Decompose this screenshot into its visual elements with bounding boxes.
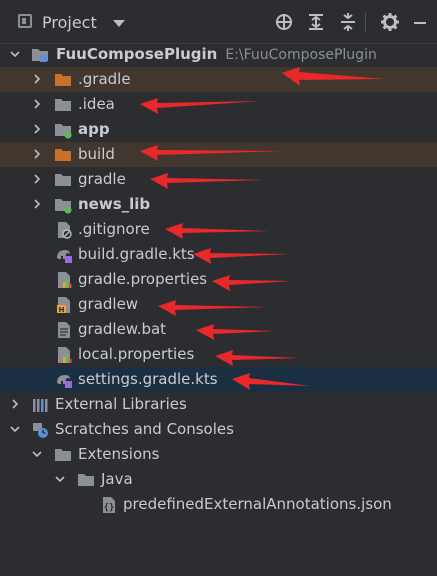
tree-item-java[interactable]: Java xyxy=(0,467,437,492)
minimize-icon[interactable] xyxy=(410,12,430,32)
chevron-right-icon[interactable] xyxy=(10,399,20,409)
chevron-right-icon[interactable] xyxy=(32,199,42,209)
tree-item-gitignore[interactable]: .gitignore xyxy=(0,217,437,242)
tree-item-label: External Libraries xyxy=(55,395,187,413)
chevron-right-icon[interactable] xyxy=(32,74,42,84)
tree-item-label: gradlew xyxy=(78,295,139,313)
tree-item-gradlew[interactable]: H gradlew xyxy=(0,292,437,317)
folder-icon xyxy=(55,449,71,461)
shell-script-icon: H xyxy=(57,297,70,314)
library-icon xyxy=(33,399,48,412)
tree-item-gradle-properties[interactable]: gradle.properties xyxy=(0,267,437,292)
text-file-icon xyxy=(58,322,70,338)
tree-item-build[interactable]: build xyxy=(0,142,437,167)
toolbar-separator xyxy=(365,12,366,32)
chevron-down-icon[interactable] xyxy=(10,49,20,59)
folder-icon xyxy=(55,174,71,186)
expand-all-icon[interactable] xyxy=(306,12,326,32)
tree-item-build-gradle-kts[interactable]: build.gradle.kts xyxy=(0,242,437,267)
tree-item-external-libraries[interactable]: External Libraries xyxy=(0,392,437,417)
project-toolbar: Project xyxy=(0,0,437,44)
tree-item-label: .gradle xyxy=(78,70,131,88)
chevron-down-icon[interactable] xyxy=(113,20,125,27)
chevron-down-icon[interactable] xyxy=(32,449,42,459)
module-folder-icon xyxy=(55,199,72,214)
tree-item-app[interactable]: app xyxy=(0,117,437,142)
tree-item-gradlew-bat[interactable]: gradlew.bat xyxy=(0,317,437,342)
collapse-all-icon[interactable] xyxy=(338,12,358,32)
tree-item-label: gradle.properties xyxy=(78,270,208,288)
tree-item-label: build xyxy=(78,145,115,163)
tree-item-label: build.gradle.kts xyxy=(78,245,195,263)
tree-item-news-lib[interactable]: news_lib xyxy=(0,192,437,217)
tree-item-label: Scratches and Consoles xyxy=(55,420,234,438)
project-root-path: E:\FuuComposePlugin xyxy=(225,47,377,63)
gradle-kts-file-icon xyxy=(57,250,72,263)
tree-item-gradle-cache[interactable]: .gradle xyxy=(0,67,437,92)
module-folder-icon xyxy=(55,124,72,139)
folder-icon xyxy=(55,99,71,111)
chevron-right-icon[interactable] xyxy=(32,99,42,109)
tree-item-label: Java xyxy=(101,470,133,488)
project-view-title[interactable]: Project xyxy=(42,13,97,32)
json-file-icon: {} xyxy=(103,497,115,513)
excluded-folder-icon xyxy=(55,149,71,161)
tree-item-label: Extensions xyxy=(78,445,160,463)
chevron-right-icon[interactable] xyxy=(32,124,42,134)
tree-item-label: .gitignore xyxy=(78,220,150,238)
properties-file-icon xyxy=(58,347,72,363)
tree-root-row[interactable]: FuuComposePlugin E:\FuuComposePlugin xyxy=(0,42,437,67)
tree-item-label: app xyxy=(78,120,110,138)
chevron-right-icon[interactable] xyxy=(32,149,42,159)
chevron-down-icon[interactable] xyxy=(55,474,65,484)
chevron-down-icon[interactable] xyxy=(10,424,20,434)
ignore-file-icon xyxy=(58,222,72,239)
project-view-icon xyxy=(18,14,32,28)
tree-item-gradle[interactable]: gradle xyxy=(0,167,437,192)
tree-item-label: local.properties xyxy=(78,345,195,363)
tree-item-extensions[interactable]: Extensions xyxy=(0,442,437,467)
svg-text:H: H xyxy=(59,306,65,314)
properties-file-icon xyxy=(58,272,72,288)
tree-item-label: gradle xyxy=(78,170,126,188)
project-root-label: FuuComposePlugin E:\FuuComposePlugin xyxy=(56,45,377,63)
gradle-kts-file-icon xyxy=(57,375,72,388)
excluded-folder-icon xyxy=(55,74,71,86)
module-folder-icon xyxy=(32,49,48,62)
tree-item-annotations-json[interactable]: {} predefinedExternalAnnotations.json xyxy=(0,492,437,517)
tree-item-label: predefinedExternalAnnotations.json xyxy=(123,495,392,513)
tree-item-label: gradlew.bat xyxy=(78,320,167,338)
tree-item-label: news_lib xyxy=(78,195,151,213)
svg-text:{}: {} xyxy=(104,503,115,513)
tree-item-label: settings.gradle.kts xyxy=(78,370,218,388)
locate-icon[interactable] xyxy=(274,12,294,32)
folder-icon xyxy=(78,474,94,486)
tree-item-settings-gradle-kts[interactable]: settings.gradle.kts xyxy=(0,367,437,392)
tree-item-local-properties[interactable]: local.properties xyxy=(0,342,437,367)
tree-item-scratches[interactable]: Scratches and Consoles xyxy=(0,417,437,442)
chevron-right-icon[interactable] xyxy=(32,174,42,184)
gear-icon[interactable] xyxy=(380,12,400,32)
scratches-icon xyxy=(33,423,48,438)
tree-item-idea[interactable]: .idea xyxy=(0,92,437,117)
tree-item-label: .idea xyxy=(78,95,115,113)
